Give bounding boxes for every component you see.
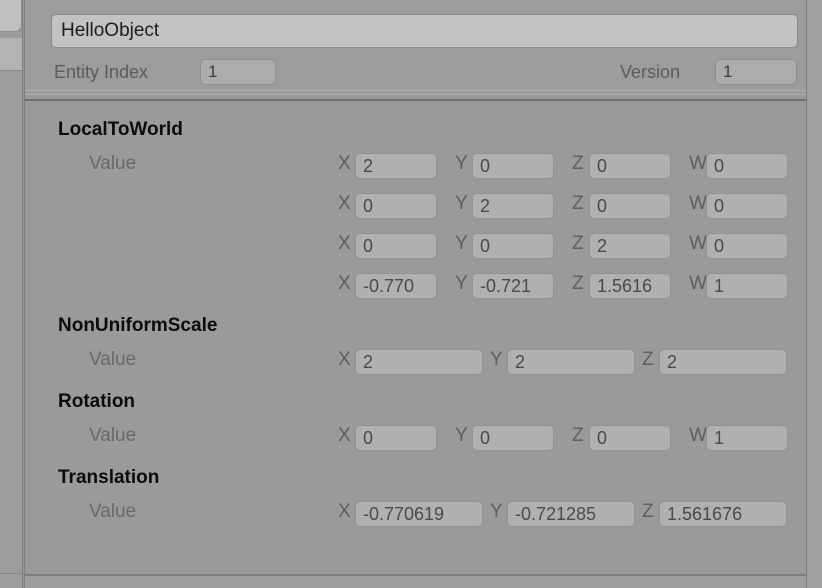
adjacent-panel-widget[interactable] <box>0 0 22 32</box>
axis-label-x: X <box>338 349 351 370</box>
value-input-w[interactable]: 0 <box>706 153 788 179</box>
axis-label-x: X <box>338 425 351 446</box>
entity-name-input[interactable]: HelloObject <box>51 14 798 48</box>
inspector-header: HelloObject Entity Index 1 Version 1 <box>25 0 822 95</box>
axis-label-z: Z <box>642 501 654 522</box>
inspector-panel: HelloObject Entity Index 1 Version 1 Loc… <box>24 0 822 588</box>
value-input-w[interactable]: 0 <box>706 193 788 219</box>
axis-label-y: Y <box>455 273 468 294</box>
value-input-z[interactable]: 0 <box>589 193 671 219</box>
axis-label-x: X <box>338 153 351 174</box>
value-input-z[interactable]: 2 <box>589 233 671 259</box>
component-title[interactable]: NonUniformScale <box>58 315 217 337</box>
component-title[interactable]: Translation <box>58 467 159 489</box>
value-input-z[interactable]: 2 <box>659 349 787 375</box>
axis-label-z: Z <box>572 233 584 254</box>
value-input-w[interactable]: 0 <box>706 233 788 259</box>
right-edge-panel <box>806 0 822 588</box>
version-label: Version <box>620 62 681 82</box>
axis-label-z: Z <box>572 425 584 446</box>
axis-label-w: W <box>689 193 707 214</box>
value-input-y[interactable]: 2 <box>472 193 554 219</box>
value-input-y[interactable]: 0 <box>472 425 554 451</box>
axis-label-z: Z <box>642 349 654 370</box>
value-input-y[interactable]: 0 <box>472 233 554 259</box>
entity-index-input[interactable]: 1 <box>200 59 276 85</box>
value-input-x[interactable]: 0 <box>355 193 437 219</box>
axis-label-y: Y <box>455 193 468 214</box>
axis-label-y: Y <box>455 153 468 174</box>
axis-label-w: W <box>689 425 707 446</box>
version-input[interactable]: 1 <box>715 59 797 85</box>
property-label: Value <box>89 501 137 522</box>
value-input-z[interactable]: 0 <box>589 153 671 179</box>
entity-inspector-window: HelloObject Entity Index 1 Version 1 Loc… <box>0 0 822 588</box>
value-input-x[interactable]: 0 <box>355 425 437 451</box>
adjacent-panel-tab[interactable] <box>0 38 22 71</box>
value-input-z[interactable]: 0 <box>589 425 671 451</box>
axis-label-x: X <box>338 233 351 254</box>
axis-label-x: X <box>338 193 351 214</box>
entity-index-label: Entity Index <box>54 62 149 82</box>
component-title[interactable]: LocalToWorld <box>58 119 183 141</box>
value-input-x[interactable]: -0.770 <box>355 273 437 299</box>
adjacent-panel-strip <box>0 0 23 588</box>
component-list: LocalToWorld Value X 2 Y 0 Z 0 W 0 X 0 Y 2 Z 0 W 0 X 0 Y 0 Z 2 W… <box>25 101 822 571</box>
value-input-x[interactable]: 0 <box>355 233 437 259</box>
entity-meta-row: Entity Index 1 Version 1 <box>25 59 822 89</box>
property-label: Value <box>89 425 137 446</box>
value-input-z[interactable]: 1.561676 <box>659 501 787 527</box>
component-title[interactable]: Rotation <box>58 391 135 413</box>
axis-label-y: Y <box>490 349 503 370</box>
axis-label-x: X <box>338 501 351 522</box>
axis-label-x: X <box>338 273 351 294</box>
axis-label-z: Z <box>572 273 584 294</box>
axis-label-w: W <box>689 153 707 174</box>
axis-label-w: W <box>689 273 707 294</box>
value-input-y[interactable]: 0 <box>472 153 554 179</box>
value-input-y[interactable]: 2 <box>507 349 635 375</box>
adjacent-panel-footer <box>0 573 22 588</box>
axis-label-y: Y <box>455 425 468 446</box>
value-input-x[interactable]: 2 <box>355 349 483 375</box>
value-input-y[interactable]: -0.721 <box>472 273 554 299</box>
axis-label-y: Y <box>490 501 503 522</box>
axis-label-z: Z <box>572 153 584 174</box>
header-divider-light-2 <box>25 94 822 95</box>
value-input-z[interactable]: 1.5616 <box>589 273 671 299</box>
value-input-w[interactable]: 1 <box>706 425 788 451</box>
axis-label-z: Z <box>572 193 584 214</box>
inspector-footer <box>25 576 822 588</box>
value-input-w[interactable]: 1 <box>706 273 788 299</box>
value-input-x[interactable]: 2 <box>355 153 437 179</box>
header-divider-light <box>25 90 822 91</box>
axis-label-w: W <box>689 233 707 254</box>
property-label: Value <box>89 349 137 370</box>
property-label: Value <box>89 153 137 174</box>
value-input-x[interactable]: -0.770619 <box>355 501 483 527</box>
value-input-y[interactable]: -0.721285 <box>507 501 635 527</box>
axis-label-y: Y <box>455 233 468 254</box>
